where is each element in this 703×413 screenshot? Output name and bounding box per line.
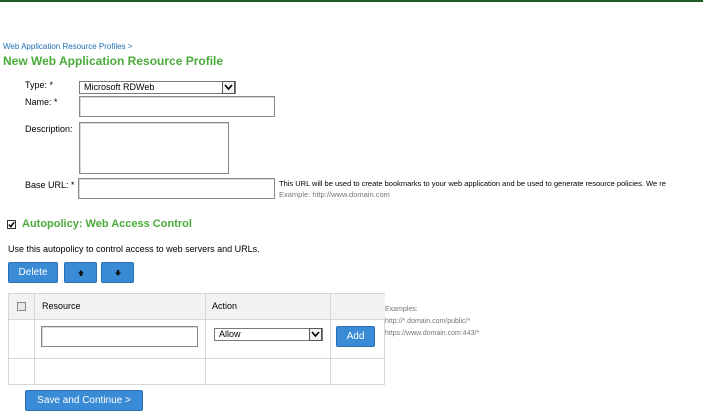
autopolicy-description: Use this autopolicy to control access to… bbox=[8, 244, 260, 254]
checkmark-icon bbox=[8, 221, 15, 228]
table-footer-cell bbox=[9, 359, 35, 384]
chevron-down-icon[interactable] bbox=[222, 81, 235, 94]
type-label: Type: * bbox=[25, 80, 54, 90]
save-and-continue-button[interactable]: Save and Continue > bbox=[25, 390, 143, 411]
description-textarea[interactable] bbox=[79, 122, 229, 174]
examples-heading: Examples: bbox=[385, 306, 418, 313]
select-all-header bbox=[9, 294, 35, 320]
action-column-header: Action bbox=[206, 294, 331, 320]
base-url-field[interactable] bbox=[78, 178, 275, 199]
chevron-down-icon[interactable] bbox=[309, 328, 322, 341]
name-label: Name: * bbox=[25, 97, 58, 107]
breadcrumb: Web Application Resource Profiles > bbox=[3, 42, 133, 51]
table-row-resource-cell bbox=[35, 320, 206, 359]
resource-column-header: Resource bbox=[35, 294, 206, 320]
add-button[interactable]: Add bbox=[336, 326, 375, 347]
autopolicy-checkbox[interactable] bbox=[7, 220, 16, 229]
resource-column-label: Resource bbox=[42, 301, 81, 311]
base-url-example: Example: http://www.domain.com bbox=[279, 190, 390, 199]
example-public-url: http://*.domain.com/public/* bbox=[385, 318, 471, 325]
table-footer-cell bbox=[331, 359, 385, 384]
table-row-select-cell bbox=[9, 320, 35, 359]
table-footer-cell bbox=[206, 359, 331, 384]
table-row-action-cell: Allow bbox=[206, 320, 331, 359]
delete-button[interactable]: Delete bbox=[8, 262, 58, 283]
page-title: New Web Application Resource Profile bbox=[3, 54, 224, 68]
arrow-down-icon bbox=[114, 269, 121, 276]
select-all-icon[interactable] bbox=[17, 302, 26, 311]
base-url-help: This URL will be used to create bookmark… bbox=[279, 179, 666, 188]
breadcrumb-separator: > bbox=[127, 42, 133, 51]
example-https-url: https://www.domain.com:443/* bbox=[385, 330, 480, 337]
autopolicy-title: Autopolicy: Web Access Control bbox=[22, 218, 192, 230]
action-select[interactable]: Allow bbox=[214, 328, 323, 341]
breadcrumb-link-web-app-profiles[interactable]: Web Application Resource Profiles bbox=[3, 42, 126, 51]
type-select[interactable]: Microsoft RDWeb bbox=[79, 81, 236, 94]
move-up-button[interactable] bbox=[64, 262, 97, 283]
arrow-up-icon bbox=[77, 269, 84, 276]
type-select-value: Microsoft RDWeb bbox=[84, 82, 155, 92]
name-field[interactable] bbox=[79, 96, 275, 117]
base-url-label: Base URL: * bbox=[25, 180, 75, 190]
action-column-label: Action bbox=[212, 301, 238, 311]
add-column-header bbox=[331, 294, 385, 320]
move-down-button[interactable] bbox=[101, 262, 134, 283]
resource-table: Resource Action Allow Add bbox=[8, 293, 385, 385]
table-footer-cell bbox=[35, 359, 206, 384]
description-label: Description: bbox=[25, 124, 73, 134]
top-border bbox=[0, 0, 703, 2]
action-select-value: Allow bbox=[219, 329, 241, 339]
resource-input[interactable] bbox=[41, 326, 198, 347]
table-row-add-cell: Add bbox=[331, 320, 385, 359]
